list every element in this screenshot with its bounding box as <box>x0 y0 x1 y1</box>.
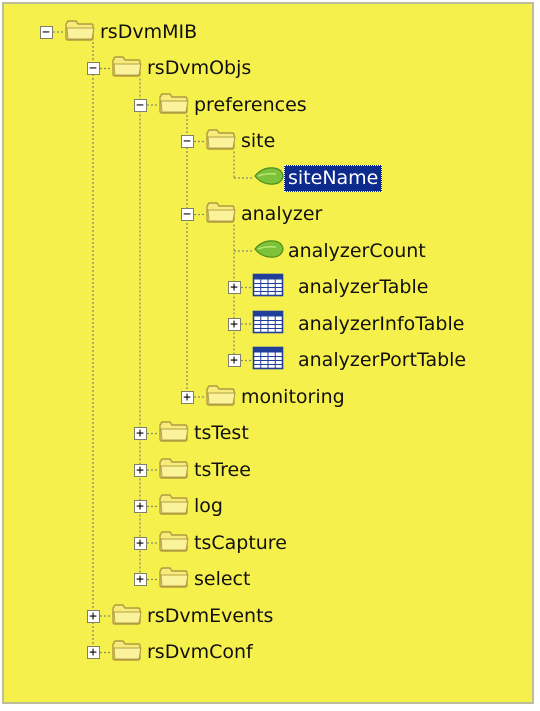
expand-analyzer-port-table-toggle[interactable]: + <box>227 354 241 367</box>
folder-icon <box>111 603 143 630</box>
folder-icon <box>158 92 190 119</box>
expand-analyzer-table-toggle[interactable]: + <box>227 281 241 294</box>
folder-icon <box>158 457 190 484</box>
leaf-object-icon <box>252 165 284 192</box>
tree-node-label: tsCapture <box>194 531 287 554</box>
folder-icon <box>205 128 237 155</box>
expand-select-toggle[interactable]: + <box>133 573 147 586</box>
folder-icon <box>111 639 143 666</box>
tree-node-select[interactable]: select <box>158 562 254 598</box>
tree-node-label: rsDvmObjs <box>147 57 252 79</box>
table-icon <box>252 346 284 375</box>
collapse-rs-dvm-objs-toggle[interactable]: − <box>86 62 100 75</box>
folder-icon <box>158 420 190 447</box>
tree-node-label: analyzer <box>241 203 323 225</box>
expand-rs-dvm-events-toggle[interactable]: + <box>86 609 100 623</box>
tree-node-label: monitoring <box>241 385 345 408</box>
expand-ts-capture-toggle[interactable]: + <box>133 536 147 550</box>
tree-node-rs-dvm-events[interactable]: rsDvmEvents <box>111 598 277 634</box>
tree-node-label: tsTree <box>194 458 251 481</box>
tree-node-label: preferences <box>194 93 307 116</box>
folder-icon <box>158 530 190 557</box>
tree-node-label: analyzerInfoTable <box>298 312 465 335</box>
tree-node-log[interactable]: log <box>158 489 227 525</box>
mib-tree-panel: − rsDvmMIB − rsDvmObjs − preferences − site site… <box>2 2 534 704</box>
expand-log-toggle[interactable]: + <box>133 500 147 513</box>
tree-node-label: log <box>194 495 223 517</box>
tree-node-label: rsDvmConf <box>147 641 253 663</box>
tree-node-label: tsTest <box>194 422 249 444</box>
expand-monitoring-toggle[interactable]: + <box>180 390 194 404</box>
tree-node-preferences[interactable]: preferences <box>158 87 311 123</box>
collapse-preferences-toggle[interactable]: − <box>133 98 147 112</box>
collapse-analyzer-toggle[interactable]: − <box>180 208 194 221</box>
table-icon <box>252 310 284 339</box>
leaf-object-icon <box>252 238 284 265</box>
tree-node-label: analyzerPortTable <box>298 349 467 371</box>
tree-node-rs-dvm-objs[interactable]: rsDvmObjs <box>111 51 255 87</box>
folder-icon <box>111 55 143 82</box>
tree-node-label: site <box>241 130 276 152</box>
tree-node-site-name[interactable]: siteName <box>252 160 383 196</box>
folder-icon <box>205 384 237 411</box>
expand-ts-tree-toggle[interactable]: + <box>133 463 147 477</box>
folder-icon <box>205 201 237 228</box>
tree-node-analyzer-count[interactable]: analyzerCount <box>252 233 430 269</box>
tree-node-label: rsDvmEvents <box>147 604 274 627</box>
tree-node-ts-tree[interactable]: tsTree <box>158 452 255 488</box>
collapse-rs-dvm-mib-toggle[interactable]: − <box>39 25 53 39</box>
tree-node-analyzer[interactable]: analyzer <box>205 197 326 233</box>
tree-node-rs-dvm-conf[interactable]: rsDvmConf <box>111 635 257 671</box>
tree-node-label: analyzerCount <box>288 239 426 262</box>
table-icon <box>252 273 284 302</box>
expand-rs-dvm-conf-toggle[interactable]: + <box>86 646 100 659</box>
tree-node-ts-capture[interactable]: tsCapture <box>158 525 291 561</box>
mib-tree: − rsDvmMIB − rsDvmObjs − preferences − site site… <box>4 4 532 702</box>
tree-node-label: analyzerTable <box>298 276 429 298</box>
tree-node-analyzer-port-table[interactable]: analyzerPortTable <box>252 343 470 379</box>
collapse-site-toggle[interactable]: − <box>180 135 194 148</box>
tree-node-label: rsDvmMIB <box>100 20 198 43</box>
expand-ts-test-toggle[interactable]: + <box>133 427 147 440</box>
tree-node-label: siteName <box>284 164 383 192</box>
tree-node-rs-dvm-mib[interactable]: rsDvmMIB <box>64 14 201 50</box>
tree-node-analyzer-info-table[interactable]: analyzerInfoTable <box>252 306 468 342</box>
tree-node-label: select <box>194 568 251 590</box>
tree-node-site[interactable]: site <box>205 124 279 160</box>
tree-node-monitoring[interactable]: monitoring <box>205 379 349 415</box>
tree-node-ts-test[interactable]: tsTest <box>158 416 253 452</box>
expand-analyzer-info-table-toggle[interactable]: + <box>227 317 241 331</box>
folder-icon <box>158 566 190 593</box>
folder-icon <box>158 493 190 520</box>
folder-icon <box>64 19 96 46</box>
tree-node-analyzer-table[interactable]: analyzerTable <box>252 270 432 306</box>
